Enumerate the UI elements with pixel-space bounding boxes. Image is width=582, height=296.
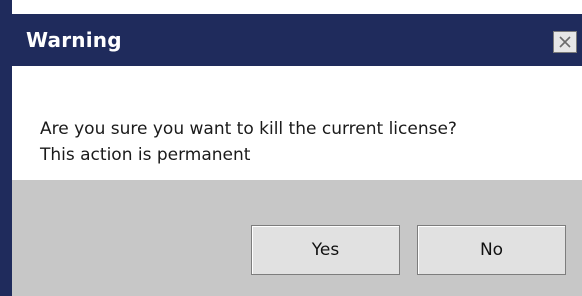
window-left-border xyxy=(0,0,12,296)
message-area: Are you sure you want to kill the curren… xyxy=(12,66,582,180)
warning-dialog: Warning Are you sure you want to kill th… xyxy=(0,0,582,296)
yes-button[interactable]: Yes xyxy=(251,225,400,275)
button-bar: Yes No xyxy=(12,180,582,296)
close-icon xyxy=(558,35,572,49)
no-button[interactable]: No xyxy=(417,225,566,275)
window-title: Warning xyxy=(26,28,122,52)
message-line-2: This action is permanent xyxy=(40,145,251,165)
close-button[interactable] xyxy=(553,31,577,53)
message-line-1: Are you sure you want to kill the curren… xyxy=(40,119,457,139)
window-top-edge xyxy=(0,0,582,14)
title-bar[interactable]: Warning xyxy=(12,14,582,66)
